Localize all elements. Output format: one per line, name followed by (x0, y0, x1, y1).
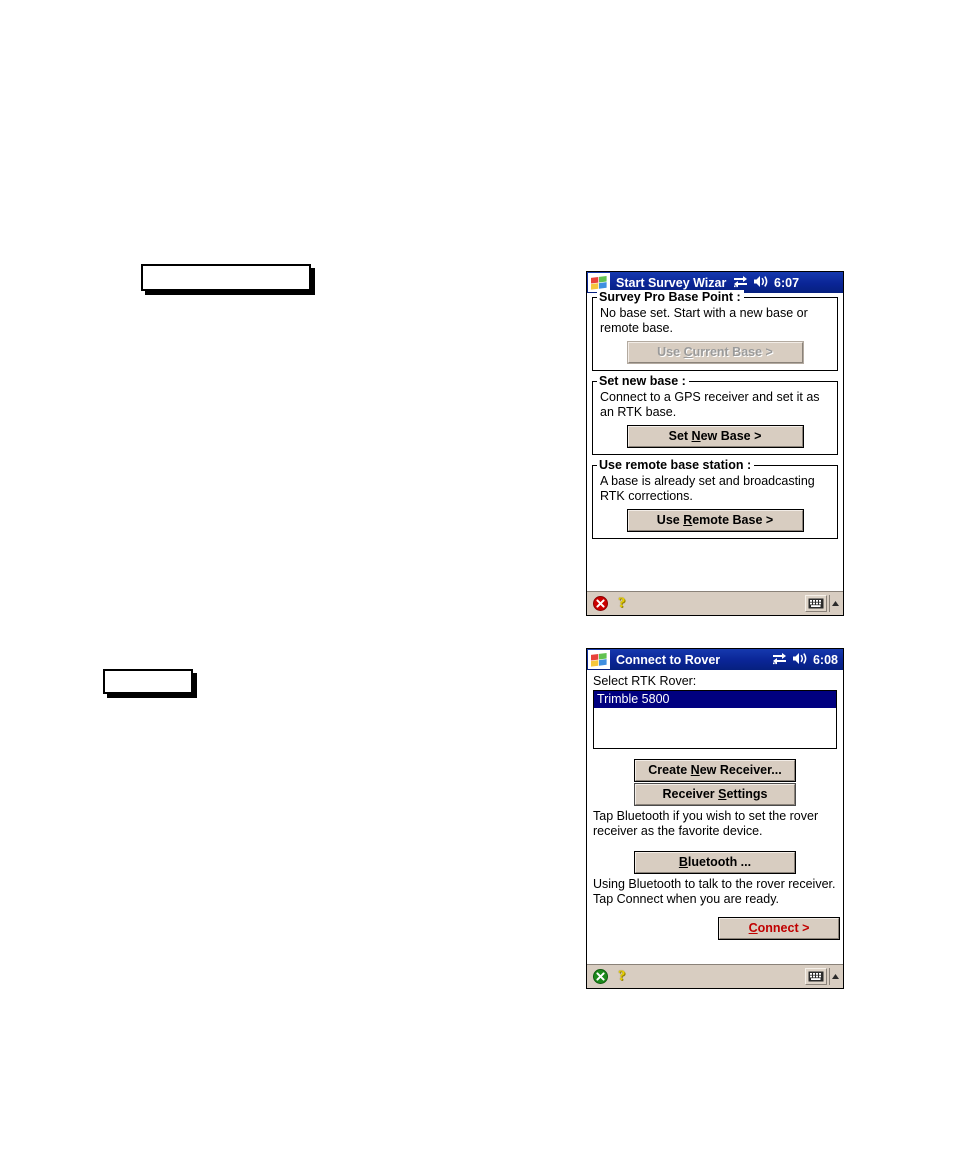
speaker-icon[interactable] (753, 275, 769, 291)
close-circle-icon[interactable] (593, 969, 608, 984)
btn-label-post: ew Receiver... (699, 763, 782, 777)
btn-label-pre: Use (656, 513, 684, 527)
window-body: Select RTK Rover: Trimble 5800 Create Ne… (587, 674, 843, 940)
group-use-remote-base-station: Use remote base station : A base is alre… (592, 458, 838, 539)
btn-label-accel: N (690, 763, 700, 777)
titlebar: Connect to Rover 6:08 (587, 649, 843, 670)
windows-flag-icon (588, 650, 610, 669)
help-question-icon[interactable]: ? (618, 596, 626, 611)
speaker-icon[interactable] (792, 652, 808, 668)
command-bar: ? (587, 591, 843, 615)
btn-label-post: ew Base > (700, 429, 762, 443)
btn-label-pre: Use (657, 345, 684, 359)
command-bar: ? (587, 964, 843, 988)
keyboard-icon[interactable] (805, 968, 827, 985)
use-current-base-button[interactable]: Use Current Base > (626, 341, 804, 364)
group-description: Connect to a GPS receiver and set it as … (600, 390, 820, 419)
help-question-icon[interactable]: ? (618, 969, 626, 984)
select-rtk-rover-label: Select RTK Rover: (593, 674, 697, 688)
btn-label-post: luetooth ... (687, 855, 752, 869)
receiver-settings-button[interactable]: Receiver Settings (634, 783, 796, 806)
bluetooth-button[interactable]: Bluetooth ... (634, 851, 796, 874)
window-body: Survey Pro Base Point : No base set. Sta… (587, 290, 843, 539)
rtk-rover-listbox[interactable]: Trimble 5800 (593, 690, 837, 749)
titlebar-clock[interactable]: 6:08 (813, 653, 838, 667)
btn-label-accel: N (691, 429, 701, 443)
bluetooth-help-text: Tap Bluetooth if you wish to set the rov… (593, 809, 819, 838)
titlebar-clock[interactable]: 6:07 (774, 276, 799, 290)
connect-help-text: Using Bluetooth to talk to the rover rec… (593, 877, 836, 906)
window-start-survey-wizard: Start Survey Wizar 6:07 Survey Pro Base … (586, 271, 844, 616)
group-legend: Use remote base station : (597, 458, 755, 472)
btn-label-post: onnect > (757, 921, 810, 935)
titlebar-status-icons: 6:08 (772, 652, 843, 668)
btn-label-accel: C (683, 345, 693, 359)
set-new-base-button[interactable]: Set New Base > (626, 425, 804, 448)
window-title: Connect to Rover (616, 652, 721, 667)
create-new-receiver-button[interactable]: Create New Receiver... (634, 759, 796, 782)
group-description: A base is already set and broadcasting R… (600, 474, 815, 503)
btn-label-post: urrent Base > (692, 345, 773, 359)
keyboard-icon[interactable] (805, 595, 827, 612)
chevron-up-icon[interactable] (829, 595, 840, 612)
list-item[interactable]: Trimble 5800 (594, 691, 836, 708)
connectivity-arrows-icon[interactable] (772, 652, 787, 668)
btn-label-pre: Receiver (662, 787, 719, 801)
connectivity-arrows-icon[interactable] (733, 275, 748, 291)
btn-label-post: ettings (726, 787, 768, 801)
btn-label-accel: R (683, 513, 693, 527)
btn-label-pre: Create (648, 763, 691, 777)
titlebar-status-icons: 6:07 (733, 275, 804, 291)
window-title: Start Survey Wizar (616, 275, 727, 290)
group-legend: Survey Pro Base Point : (597, 290, 744, 304)
connect-button[interactable]: Connect > (718, 917, 840, 940)
btn-label-accel: B (678, 855, 688, 869)
group-description: No base set. Start with a new base or re… (600, 306, 808, 335)
btn-label-post: emote Base > (692, 513, 774, 527)
doc-callout-box-bottom (103, 669, 193, 694)
btn-label-pre: Set (668, 429, 692, 443)
window-connect-to-rover: Connect to Rover 6:08 Select RTK Rover: … (586, 648, 844, 989)
use-remote-base-button[interactable]: Use Remote Base > (626, 509, 804, 532)
group-survey-pro-base-point: Survey Pro Base Point : No base set. Sta… (592, 290, 838, 371)
group-legend: Set new base : (597, 374, 689, 388)
close-circle-icon[interactable] (593, 596, 608, 611)
btn-label-accel: C (748, 921, 758, 935)
group-set-new-base: Set new base : Connect to a GPS receiver… (592, 374, 838, 455)
doc-callout-box-top (141, 264, 311, 291)
chevron-up-icon[interactable] (829, 968, 840, 985)
